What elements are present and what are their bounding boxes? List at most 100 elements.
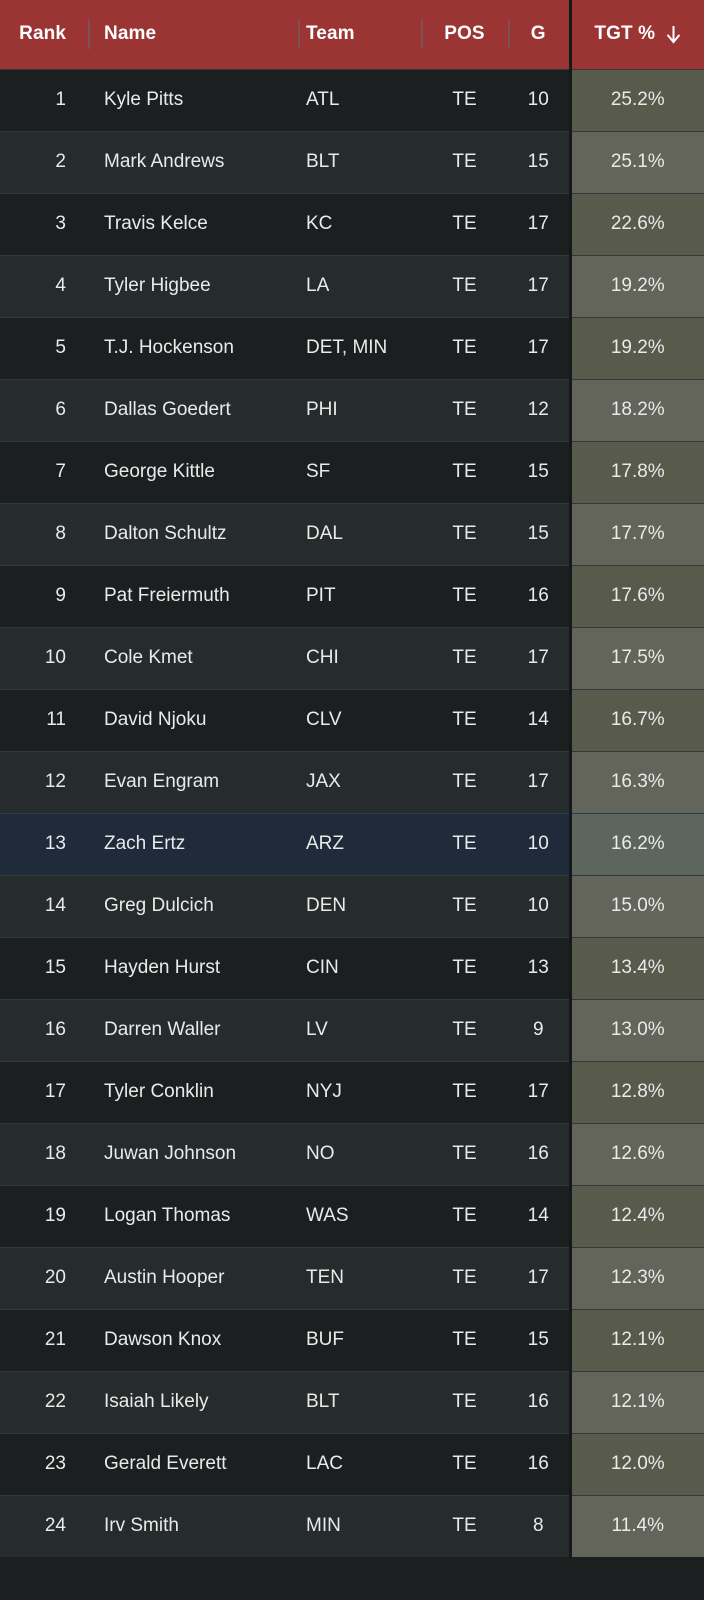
- cell-pos: TE: [421, 378, 508, 441]
- cell-games: 17: [508, 254, 570, 317]
- cell-pos: TE: [421, 1432, 508, 1495]
- cell-name: Gerald Everett: [88, 1432, 298, 1495]
- column-header-team[interactable]: Team: [298, 0, 421, 69]
- cell-team: BUF: [298, 1308, 421, 1371]
- table-row[interactable]: 3 Travis Kelce KC TE 17 22.6%: [0, 192, 704, 255]
- table-row[interactable]: 1 Kyle Pitts ATL TE 10 25.2%: [0, 68, 704, 131]
- table-row[interactable]: 7 George Kittle SF TE 15 17.8%: [0, 440, 704, 503]
- cell-name: Dalton Schultz: [88, 502, 298, 565]
- table-row[interactable]: 13 Zach Ertz ARZ TE 10 16.2%: [0, 812, 704, 875]
- cell-rank: 9: [0, 564, 88, 627]
- cell-pos: TE: [421, 874, 508, 937]
- cell-pos: TE: [421, 812, 508, 875]
- arrow-down-icon: [666, 25, 681, 44]
- cell-games: 17: [508, 1246, 570, 1309]
- table-row[interactable]: 15 Hayden Hurst CIN TE 13 13.4%: [0, 936, 704, 999]
- cell-pos: TE: [421, 68, 508, 131]
- table-row[interactable]: 8 Dalton Schultz DAL TE 15 17.7%: [0, 502, 704, 565]
- cell-target-percent: 17.8%: [568, 440, 704, 503]
- cell-name: Evan Engram: [88, 750, 298, 813]
- cell-rank: 20: [0, 1246, 88, 1309]
- table-row[interactable]: 14 Greg Dulcich DEN TE 10 15.0%: [0, 874, 704, 937]
- cell-target-percent: 19.2%: [568, 316, 704, 379]
- cell-rank: 10: [0, 626, 88, 689]
- cell-target-percent: 13.4%: [568, 936, 704, 999]
- table-row[interactable]: 12 Evan Engram JAX TE 17 16.3%: [0, 750, 704, 813]
- cell-team: LV: [298, 998, 421, 1061]
- table-row[interactable]: 21 Dawson Knox BUF TE 15 12.1%: [0, 1308, 704, 1371]
- table-row[interactable]: 16 Darren Waller LV TE 9 13.0%: [0, 998, 704, 1061]
- cell-team: KC: [298, 192, 421, 255]
- cell-name: T.J. Hockenson: [88, 316, 298, 379]
- column-header-name-label: Name: [104, 23, 157, 45]
- table-header: Rank Name Team POS G TGT %: [0, 0, 704, 69]
- cell-pos: TE: [421, 626, 508, 689]
- cell-pos: TE: [421, 750, 508, 813]
- cell-games: 16: [508, 1432, 570, 1495]
- cell-team: PIT: [298, 564, 421, 627]
- cell-name: Isaiah Likely: [88, 1370, 298, 1433]
- cell-target-percent: 15.0%: [568, 874, 704, 937]
- cell-games: 15: [508, 440, 570, 503]
- cell-rank: 21: [0, 1308, 88, 1371]
- cell-games: 8: [508, 1494, 570, 1557]
- cell-target-percent: 25.2%: [568, 68, 704, 131]
- cell-name: Tyler Higbee: [88, 254, 298, 317]
- cell-games: 17: [508, 316, 570, 379]
- column-header-team-label: Team: [306, 23, 355, 45]
- table-row[interactable]: 22 Isaiah Likely BLT TE 16 12.1%: [0, 1370, 704, 1433]
- cell-name: Dawson Knox: [88, 1308, 298, 1371]
- cell-name: Dallas Goedert: [88, 378, 298, 441]
- table-row[interactable]: 5 T.J. Hockenson DET, MIN TE 17 19.2%: [0, 316, 704, 379]
- table-row[interactable]: 9 Pat Freiermuth PIT TE 16 17.6%: [0, 564, 704, 627]
- cell-target-percent: 19.2%: [568, 254, 704, 317]
- column-header-games[interactable]: G: [508, 0, 570, 69]
- cell-rank: 22: [0, 1370, 88, 1433]
- table-body: 1 Kyle Pitts ATL TE 10 25.2% 2 Mark Andrews BLT T…: [0, 68, 704, 1557]
- table-row[interactable]: 4 Tyler Higbee LA TE 17 19.2%: [0, 254, 704, 317]
- cell-pos: TE: [421, 502, 508, 565]
- column-header-target-percent[interactable]: TGT %: [568, 0, 704, 69]
- cell-rank: 4: [0, 254, 88, 317]
- table-row[interactable]: 6 Dallas Goedert PHI TE 12 18.2%: [0, 378, 704, 441]
- cell-name: Austin Hooper: [88, 1246, 298, 1309]
- table-row[interactable]: 17 Tyler Conklin NYJ TE 17 12.8%: [0, 1060, 704, 1123]
- cell-games: 9: [508, 998, 570, 1061]
- cell-target-percent: 12.8%: [568, 1060, 704, 1123]
- table-row[interactable]: 19 Logan Thomas WAS TE 14 12.4%: [0, 1184, 704, 1247]
- cell-target-percent: 12.4%: [568, 1184, 704, 1247]
- cell-target-percent: 17.7%: [568, 502, 704, 565]
- cell-team: LA: [298, 254, 421, 317]
- cell-rank: 24: [0, 1494, 88, 1557]
- cell-team: SF: [298, 440, 421, 503]
- column-header-pos[interactable]: POS: [421, 0, 508, 69]
- cell-team: BLT: [298, 1370, 421, 1433]
- cell-team: PHI: [298, 378, 421, 441]
- table-row[interactable]: 11 David Njoku CLV TE 14 16.7%: [0, 688, 704, 751]
- cell-team: CHI: [298, 626, 421, 689]
- cell-target-percent: 12.1%: [568, 1370, 704, 1433]
- table-row[interactable]: 23 Gerald Everett LAC TE 16 12.0%: [0, 1432, 704, 1495]
- cell-team: MIN: [298, 1494, 421, 1557]
- table-row[interactable]: 2 Mark Andrews BLT TE 15 25.1%: [0, 130, 704, 193]
- cell-name: Travis Kelce: [88, 192, 298, 255]
- cell-name: David Njoku: [88, 688, 298, 751]
- cell-name: Tyler Conklin: [88, 1060, 298, 1123]
- cell-rank: 7: [0, 440, 88, 503]
- cell-team: NO: [298, 1122, 421, 1185]
- table-row[interactable]: 24 Irv Smith MIN TE 8 11.4%: [0, 1494, 704, 1557]
- cell-team: CIN: [298, 936, 421, 999]
- cell-rank: 13: [0, 812, 88, 875]
- cell-team: TEN: [298, 1246, 421, 1309]
- column-header-rank[interactable]: Rank: [0, 0, 88, 69]
- cell-team: NYJ: [298, 1060, 421, 1123]
- table-row[interactable]: 10 Cole Kmet CHI TE 17 17.5%: [0, 626, 704, 689]
- cell-pos: TE: [421, 936, 508, 999]
- cell-team: DET, MIN: [298, 316, 421, 379]
- table-row[interactable]: 20 Austin Hooper TEN TE 17 12.3%: [0, 1246, 704, 1309]
- cell-team: DEN: [298, 874, 421, 937]
- column-header-name[interactable]: Name: [88, 0, 298, 69]
- table-row[interactable]: 18 Juwan Johnson NO TE 16 12.6%: [0, 1122, 704, 1185]
- column-header-games-label: G: [530, 23, 546, 45]
- cell-rank: 17: [0, 1060, 88, 1123]
